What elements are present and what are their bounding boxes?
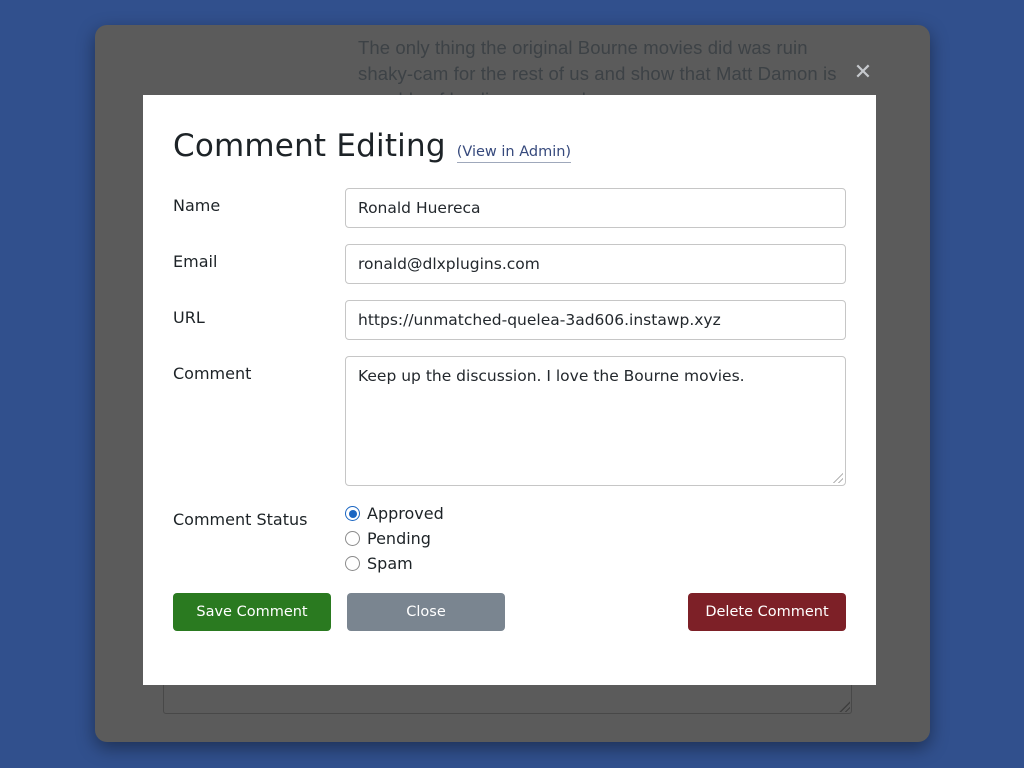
comment-editing-modal: Comment Editing (View in Admin) Name Ema…	[143, 95, 876, 685]
save-comment-button[interactable]: Save Comment	[173, 593, 331, 631]
view-in-admin-link[interactable]: (View in Admin)	[457, 144, 571, 163]
name-field[interactable]	[345, 188, 846, 228]
delete-comment-button[interactable]: Delete Comment	[688, 593, 846, 631]
email-label: Email	[173, 244, 345, 271]
url-field[interactable]	[345, 300, 846, 340]
radio-pending[interactable]: Pending	[345, 529, 846, 548]
comment-label: Comment	[173, 356, 345, 383]
radio-approved-icon[interactable]	[345, 506, 360, 521]
close-icon[interactable]: ✕	[850, 60, 876, 86]
close-button[interactable]: Close	[347, 593, 505, 631]
radio-spam[interactable]: Spam	[345, 554, 846, 573]
resize-grip-icon	[838, 700, 850, 712]
email-field[interactable]	[345, 244, 846, 284]
status-row: Comment Status Approved Pending Spam	[173, 502, 846, 573]
radio-spam-icon[interactable]	[345, 556, 360, 571]
url-row: URL	[173, 300, 846, 340]
name-label: Name	[173, 188, 345, 215]
radio-pending-icon[interactable]	[345, 531, 360, 546]
comment-status-label: Comment Status	[173, 502, 345, 529]
name-row: Name	[173, 188, 846, 228]
radio-approved[interactable]: Approved	[345, 504, 846, 523]
comment-field[interactable]: Keep up the discussion. I love the Bourn…	[345, 356, 846, 486]
comment-row: Comment Keep up the discussion. I love t…	[173, 356, 846, 486]
url-label: URL	[173, 300, 345, 327]
email-row: Email	[173, 244, 846, 284]
modal-actions: Save Comment Close Delete Comment	[173, 593, 846, 631]
modal-header: Comment Editing (View in Admin)	[173, 128, 846, 164]
page-title: Comment Editing	[173, 128, 446, 164]
